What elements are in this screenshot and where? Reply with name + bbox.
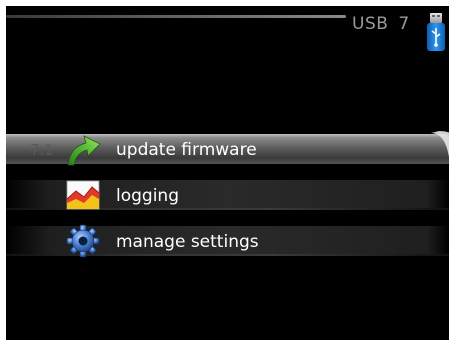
page-title: USB 7 xyxy=(352,14,410,34)
menu-item-update-firmware[interactable]: 7.1 update firmware xyxy=(6,131,449,166)
menu-item-label: logging xyxy=(116,186,179,206)
green-arrow-icon xyxy=(67,135,101,166)
menu-item-manage-settings[interactable]: manage settings xyxy=(6,223,449,258)
menu-item-index: 7.1 xyxy=(30,141,54,159)
folded-corner-icon xyxy=(429,131,449,157)
usb-drive-icon xyxy=(427,13,445,51)
menu-item-label: update firmware xyxy=(116,140,257,160)
menu-item-logging[interactable]: logging xyxy=(6,177,449,211)
gear-icon xyxy=(66,224,100,258)
menu-title: USB xyxy=(352,14,389,34)
graph-icon xyxy=(66,180,100,210)
header-divider xyxy=(6,15,346,18)
menu-item-label: manage settings xyxy=(116,232,259,252)
menu-number: 7 xyxy=(398,14,410,34)
device-screen: USB 7 7.1 update firmware logging manage… xyxy=(6,6,449,340)
